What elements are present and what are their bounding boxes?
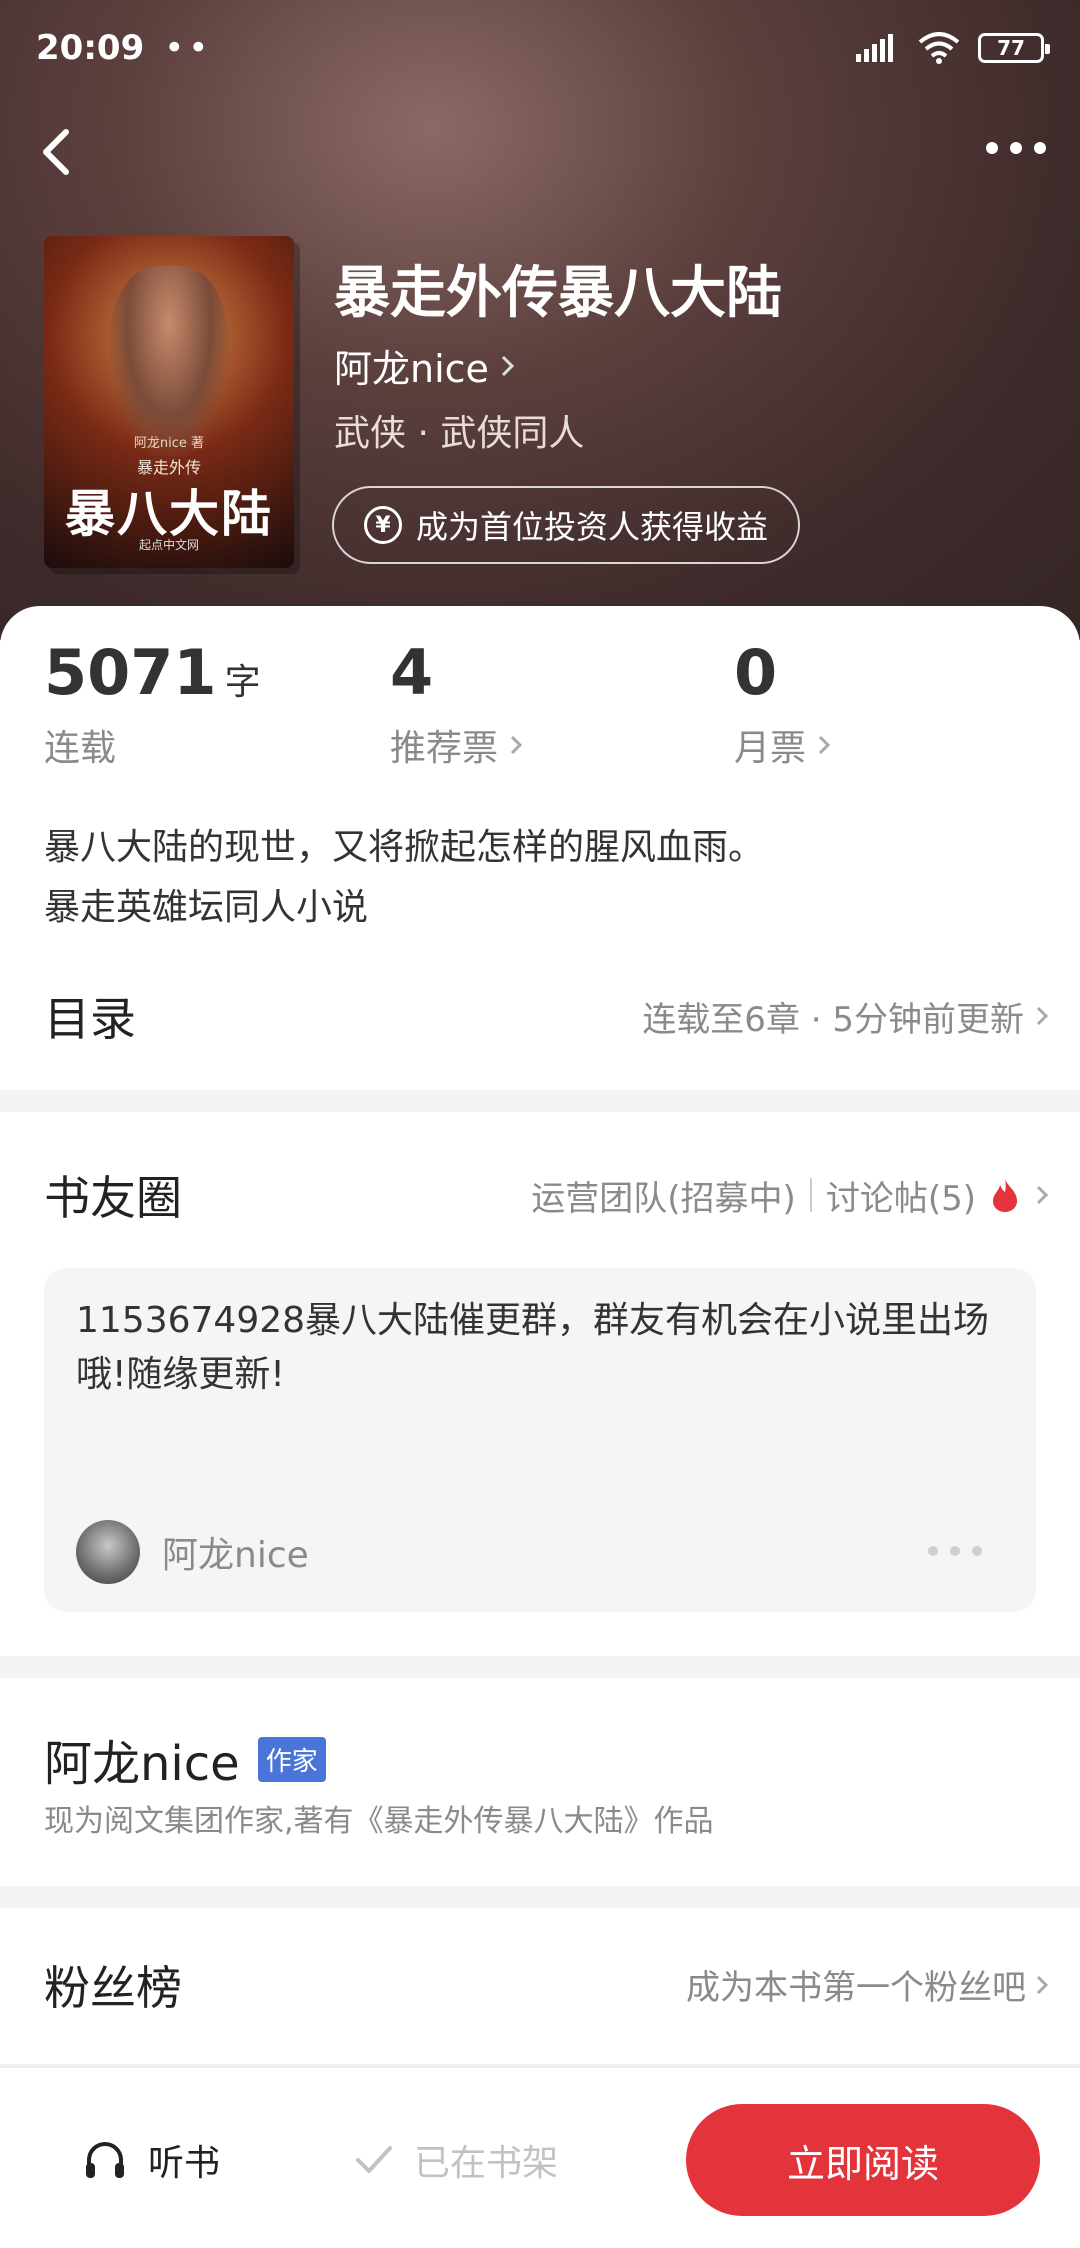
book-cover[interactable]: 阿龙nice 著 暴走外传 暴八大陆 起点中文网 [44, 236, 294, 568]
shelf-button[interactable]: 已在书架 [354, 2134, 558, 2186]
fans-title: 粉丝榜 [44, 1961, 182, 2015]
post-username: 阿龙nice [162, 1535, 309, 1576]
cover-author: 阿龙nice 著 [133, 436, 205, 451]
stat-recommend[interactable]: 4 推荐票 [390, 636, 524, 771]
battery-icon: 77 [978, 33, 1050, 63]
author-link[interactable]: 阿龙nice [334, 338, 517, 393]
chevron-right-icon [1036, 1006, 1049, 1026]
post-text: 1153674928暴八大陆催更群，群友有机会在小说里出场哦!随缘更新! [76, 1300, 990, 1395]
chevron-right-icon [510, 735, 523, 755]
book-info-card: 5071 字 连载 4 推荐票 0 月票 暴八大陆的现世，又将掀起怎样的腥风血雨。… [0, 606, 1080, 1090]
book-description[interactable]: 暴八大陆的现世，又将掀起怎样的腥风血雨。 暴走英雄坛同人小说 [44, 818, 764, 938]
fans-cta: 成为本书第一个粉丝吧 [686, 1968, 1026, 2008]
read-now-button[interactable]: 立即阅读 [686, 2104, 1040, 2216]
table-of-contents[interactable]: 目录 连载至6章 · 5分钟前更新 [44, 966, 1050, 1066]
bottom-action-bar: 听书 已在书架 立即阅读 [0, 2068, 1080, 2248]
discussion-post[interactable]: 1153674928暴八大陆催更群，群友有机会在小说里出场哦!随缘更新! 阿龙n… [44, 1268, 1036, 1612]
fans-ranking[interactable]: 粉丝榜 成为本书第一个粉丝吧 [0, 1908, 1080, 2064]
author-badge: 作家 [257, 1736, 326, 1782]
listen-button[interactable]: 听书 [82, 2134, 220, 2186]
book-circle-section: 书友圈 运营团队(招募中) 讨论帖(5) 1153674928暴八大陆催更群，群… [0, 1112, 1080, 1656]
book-genre: 武侠 · 武侠同人 [334, 413, 585, 454]
stat-monthly[interactable]: 0 月票 [734, 636, 832, 771]
wifi-icon [918, 32, 960, 64]
more-icon[interactable] [980, 128, 1052, 168]
chevron-right-icon [501, 355, 515, 376]
book-title: 暴走外传暴八大陆 [334, 261, 782, 326]
yen-icon: ¥ [364, 506, 402, 544]
team-link[interactable]: 运营团队(招募中) [531, 1171, 796, 1220]
book-header: 20:09 •• 77 阿龙nice 著 暴走外传 暴八大陆 起点中文网 暴走外… [0, 0, 1080, 640]
status-bar: 20:09 •• 77 [36, 24, 1050, 72]
pagination-dots [928, 1546, 982, 1556]
status-time: 20:09 [36, 28, 145, 68]
invest-button[interactable]: ¥ 成为首位投资人获得收益 [332, 486, 801, 564]
stat-words: 5071 字 连载 [44, 636, 261, 769]
signal-icon [856, 34, 893, 62]
chevron-right-icon [1036, 1975, 1049, 1994]
back-icon[interactable] [28, 118, 84, 182]
chevron-right-icon [1036, 1185, 1049, 1205]
author-name: 阿龙nice [44, 1736, 240, 1792]
discussion-link[interactable]: 讨论帖(5) [826, 1171, 976, 1220]
check-icon [356, 2146, 392, 2173]
fire-icon [993, 1179, 1017, 1212]
chevron-right-icon [818, 735, 831, 755]
author-intro: 现为阅文集团作家,著有《暴走外传暴八大陆》作品 [44, 1804, 714, 1839]
section-title: 书友圈 [44, 1171, 182, 1225]
author-section[interactable]: 阿龙nice 作家 现为阅文集团作家,著有《暴走外传暴八大陆》作品 [0, 1678, 1080, 1886]
cover-publisher: 起点中文网 [138, 538, 199, 552]
headphones-icon [86, 2142, 124, 2178]
notification-dots: •• [164, 28, 213, 68]
avatar[interactable] [76, 1520, 140, 1584]
